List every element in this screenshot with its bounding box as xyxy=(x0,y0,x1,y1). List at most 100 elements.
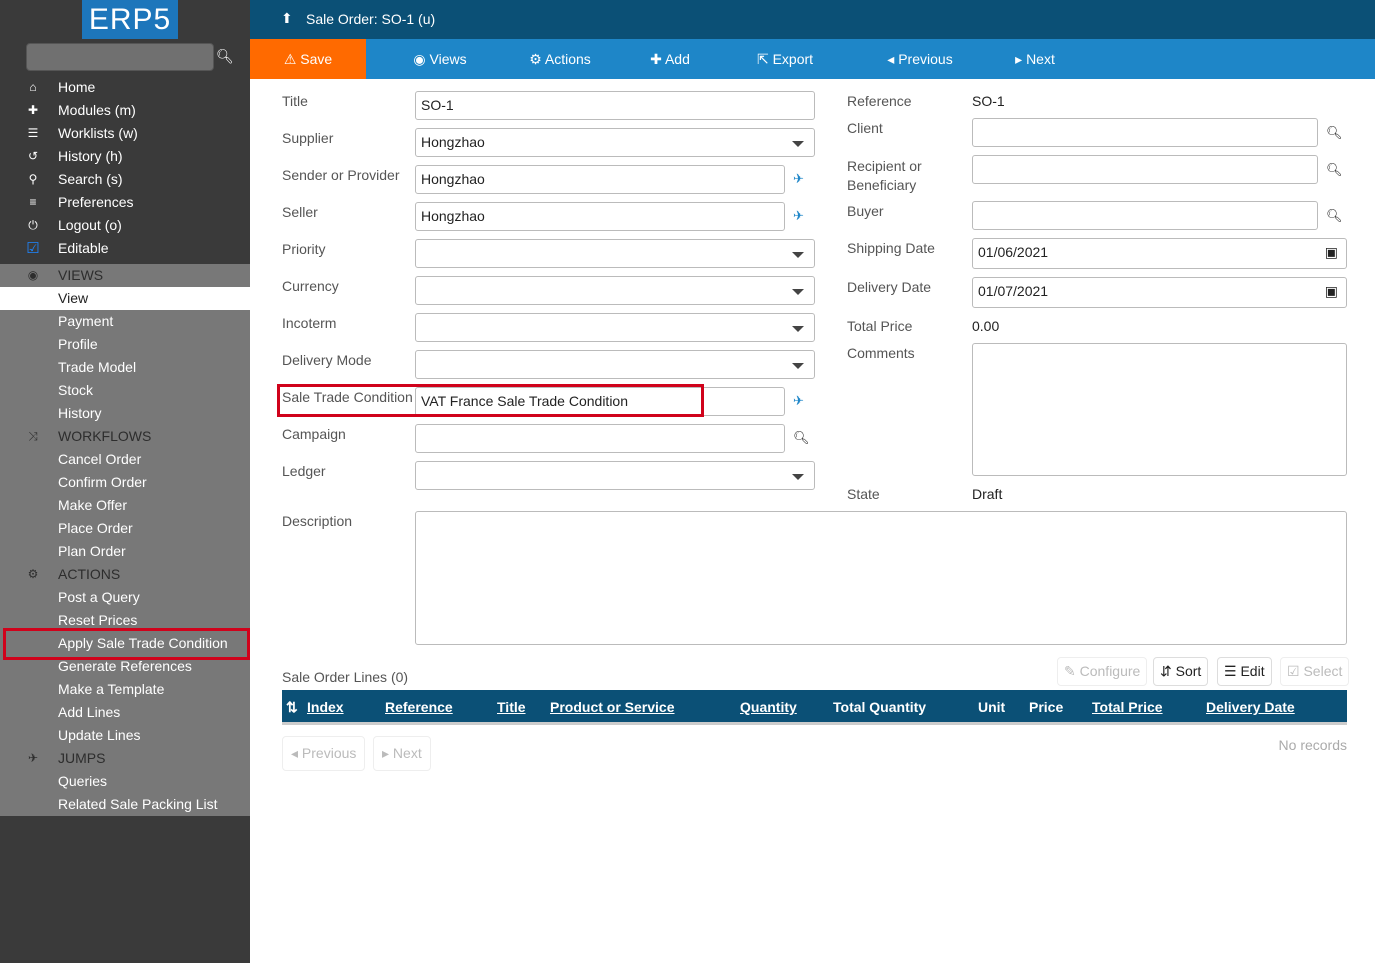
search-icon[interactable]: 🔍︎ xyxy=(1326,162,1343,178)
column-header-total-price[interactable]: Total Price xyxy=(1092,699,1163,715)
next-page-button[interactable]: ▸ Next xyxy=(373,736,431,771)
edit-button[interactable]: ☰ Edit xyxy=(1217,657,1272,686)
sidebar-item-label: Place Order xyxy=(58,520,133,536)
supplier-label: Supplier xyxy=(282,130,334,146)
seller-label: Seller xyxy=(282,204,318,220)
search-icon[interactable]: 🔍︎ xyxy=(1326,208,1343,224)
sidebar-search-input[interactable] xyxy=(26,43,214,71)
views-button[interactable]: ◉ Views xyxy=(380,39,500,79)
ledger-input[interactable] xyxy=(415,461,815,490)
sidebar-item-place-order[interactable]: Place Order xyxy=(0,517,250,540)
select-button[interactable]: ☑ Select xyxy=(1280,657,1350,686)
comments-textarea[interactable] xyxy=(972,343,1347,476)
search-icon[interactable]: 🔍︎ xyxy=(216,48,234,65)
sidebar-item-confirm-order[interactable]: Confirm Order xyxy=(0,471,250,494)
add-button[interactable]: ✚ Add xyxy=(610,39,730,79)
campaign-input[interactable] xyxy=(415,424,785,453)
next-button[interactable]: ▸ Next xyxy=(985,39,1085,79)
sort-button[interactable]: ⇵ Sort xyxy=(1153,657,1209,686)
recipient-input[interactable] xyxy=(972,155,1318,184)
column-header-title[interactable]: Title xyxy=(497,699,526,715)
priority-label: Priority xyxy=(282,241,326,257)
sidebar-item-trade-model[interactable]: Trade Model xyxy=(0,356,250,379)
sidebar-item-editable[interactable]: ☑ Editable xyxy=(0,237,250,260)
supplier-value: Hongzhao xyxy=(421,134,485,150)
sidebar-item-label: Modules (m) xyxy=(58,102,136,118)
sidebar-item-profile[interactable]: Profile xyxy=(0,333,250,356)
export-button[interactable]: ⇱ Export xyxy=(725,39,845,79)
calendar-icon[interactable]: ▣ xyxy=(1325,278,1338,305)
incoterm-label: Incoterm xyxy=(282,315,337,331)
sort-icon[interactable]: ⇅ xyxy=(286,699,298,716)
highlight-box xyxy=(277,384,704,417)
ledger-label: Ledger xyxy=(282,463,326,479)
column-header-quantity[interactable]: Quantity xyxy=(740,699,797,715)
sidebar-section-jumps: ✈ JUMPS xyxy=(0,747,250,770)
sidebar-item-home[interactable]: ⌂ Home xyxy=(0,76,250,99)
previous-label: Previous xyxy=(898,51,953,67)
description-textarea[interactable] xyxy=(415,511,1347,645)
sidebar-item-add-lines[interactable]: Add Lines xyxy=(0,701,250,724)
search-icon: ⚲ xyxy=(28,172,38,186)
save-button[interactable]: ⚠ Save xyxy=(250,39,366,79)
column-header-product-or-service[interactable]: Product or Service xyxy=(550,699,675,715)
sidebar-item-label: Make Offer xyxy=(58,497,127,513)
sidebar-item-update-lines[interactable]: Update Lines xyxy=(0,724,250,747)
sender-or-provider-input[interactable]: Hongzhao xyxy=(415,165,785,194)
sidebar-item-related-sale-packing-list[interactable]: Related Sale Packing List xyxy=(0,793,250,816)
incoterm-input[interactable] xyxy=(415,313,815,342)
previous-page-button[interactable]: ◂ Previous xyxy=(282,736,366,771)
eye-icon: ◉ xyxy=(27,268,39,282)
sidebar-item-view[interactable]: View xyxy=(0,287,250,310)
plane-icon[interactable]: ✈ xyxy=(793,171,804,187)
client-input[interactable] xyxy=(972,118,1318,147)
power-icon: ⏻ xyxy=(28,218,38,232)
recipient-label: Recipient or Beneficiary xyxy=(847,158,922,193)
sidebar-item-cancel-order[interactable]: Cancel Order xyxy=(0,448,250,471)
currency-input[interactable] xyxy=(415,276,815,305)
sidebar-item-worklists-w-[interactable]: ☰ Worklists (w) xyxy=(0,122,250,145)
sidebar-item-history-h-[interactable]: ↺ History (h) xyxy=(0,145,250,168)
sidebar-item-search-s-[interactable]: ⚲ Search (s) xyxy=(0,168,250,191)
delivery-date-value: 01/07/2021 xyxy=(978,283,1049,299)
plane-icon[interactable]: ✈ xyxy=(793,208,804,224)
description-label: Description xyxy=(282,513,353,529)
plane-icon[interactable]: ✈ xyxy=(793,393,804,409)
previous-button[interactable]: ◂ Previous xyxy=(860,39,980,79)
delivery-mode-input[interactable] xyxy=(415,350,815,379)
arrow-up-icon[interactable]: ⬆︎ xyxy=(281,10,293,27)
sidebar-item-logout-o-[interactable]: ⏻ Logout (o) xyxy=(0,214,250,237)
sidebar-item-payment[interactable]: Payment xyxy=(0,310,250,333)
seller-input[interactable]: Hongzhao xyxy=(415,202,785,231)
erp5-logo[interactable]: ERP5 xyxy=(82,0,178,39)
configure-button[interactable]: ✎ Configure xyxy=(1057,657,1148,686)
column-header-index[interactable]: Index xyxy=(307,699,344,715)
sidebar-item-plan-order[interactable]: Plan Order xyxy=(0,540,250,563)
sidebar-item-make-offer[interactable]: Make Offer xyxy=(0,494,250,517)
sidebar-item-label: Related Sale Packing List xyxy=(58,796,218,812)
sidebar-item-modules-m-[interactable]: ✚ Modules (m) xyxy=(0,99,250,122)
column-header-delivery-date[interactable]: Delivery Date xyxy=(1206,699,1295,715)
sidebar-item-make-a-template[interactable]: Make a Template xyxy=(0,678,250,701)
sidebar-item-queries[interactable]: Queries xyxy=(0,770,250,793)
page-title[interactable]: Sale Order: SO-1 (u) xyxy=(306,11,435,27)
sidebar-item-post-a-query[interactable]: Post a Query xyxy=(0,586,250,609)
sidebar-item-history[interactable]: History xyxy=(0,402,250,425)
delivery-date-input[interactable]: 01/07/2021 ▣ xyxy=(972,277,1347,308)
search-icon[interactable]: 🔍︎ xyxy=(793,430,810,446)
title-input[interactable]: SO-1 xyxy=(415,91,815,120)
priority-input[interactable] xyxy=(415,239,815,268)
sidebar-item-label: Plan Order xyxy=(58,543,126,559)
sidebar-item-stock[interactable]: Stock xyxy=(0,379,250,402)
search-icon[interactable]: 🔍︎ xyxy=(1326,125,1343,141)
column-header-reference[interactable]: Reference xyxy=(385,699,453,715)
edit-label: Edit xyxy=(1240,663,1265,679)
supplier-input[interactable]: Hongzhao xyxy=(415,128,815,157)
sidebar-item-preferences[interactable]: ≡ Preferences xyxy=(0,191,250,214)
sidebar-item-label: History xyxy=(58,405,102,421)
actions-button[interactable]: ⚙ Actions xyxy=(500,39,620,79)
calendar-icon[interactable]: ▣ xyxy=(1325,239,1338,266)
sender-or-provider-value: Hongzhao xyxy=(421,171,485,187)
buyer-input[interactable] xyxy=(972,201,1318,230)
shipping-date-input[interactable]: 01/06/2021 ▣ xyxy=(972,238,1347,269)
